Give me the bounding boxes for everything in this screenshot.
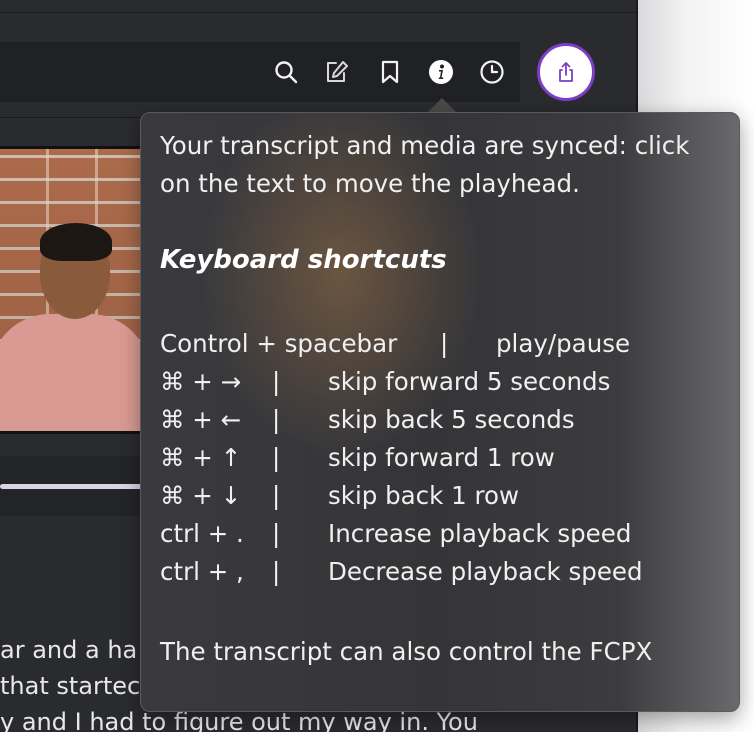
bookmark-icon[interactable] (375, 57, 405, 87)
shortcut-action: skip back 5 seconds (328, 405, 575, 434)
info-icon[interactable] (426, 57, 456, 87)
clock-icon[interactable] (477, 57, 507, 87)
video-person-body (0, 314, 140, 431)
search-icon[interactable] (271, 57, 301, 87)
shortcut-action: skip forward 1 row (328, 443, 555, 472)
shortcut-action: skip back 1 row (328, 481, 520, 510)
shortcut-separator: | (272, 519, 281, 548)
shortcut-separator: | (272, 481, 281, 510)
playback-progress[interactable] (0, 484, 150, 489)
video-player[interactable] (0, 146, 140, 434)
tooltip-intro-line: Your transcript and media are synced: cl… (160, 131, 690, 160)
shortcut-action: Increase playback speed (328, 519, 632, 548)
shortcut-action: play/pause (496, 329, 631, 358)
tooltip-heading: Keyboard shortcuts (160, 245, 447, 275)
shortcut-keys: ctrl + , (160, 557, 244, 586)
shortcut-keys: ⌘ + ↑ (160, 443, 242, 472)
shortcut-keys: ⌘ + ← (160, 405, 242, 434)
transcript-line[interactable]: that startec (0, 672, 140, 700)
video-person-hair (40, 223, 112, 261)
shortcut-separator: | (272, 443, 281, 472)
edit-icon[interactable] (322, 57, 352, 87)
share-icon (559, 62, 573, 82)
shortcut-separator: | (440, 329, 449, 358)
shortcut-separator: | (272, 405, 281, 434)
shortcut-action: skip forward 5 seconds (328, 367, 611, 396)
shortcut-keys: ctrl + . (160, 519, 244, 548)
tooltip-footer: The transcript can also control the FCPX (160, 637, 653, 666)
share-button[interactable] (537, 43, 595, 101)
shortcut-action: Decrease playback speed (328, 557, 643, 586)
transcript-line[interactable]: ar and a ha (0, 636, 137, 664)
info-tooltip: Your transcript and media are synced: cl… (140, 112, 740, 712)
shortcut-keys: Control + spacebar (160, 329, 398, 358)
shortcut-separator: | (272, 557, 281, 586)
shortcut-keys: ⌘ + → (160, 367, 242, 396)
shortcut-separator: | (272, 367, 281, 396)
tooltip-intro-line: on the text to move the playhead. (160, 169, 580, 198)
window-top-strip (0, 0, 636, 13)
shortcut-keys: ⌘ + ↓ (160, 481, 242, 510)
